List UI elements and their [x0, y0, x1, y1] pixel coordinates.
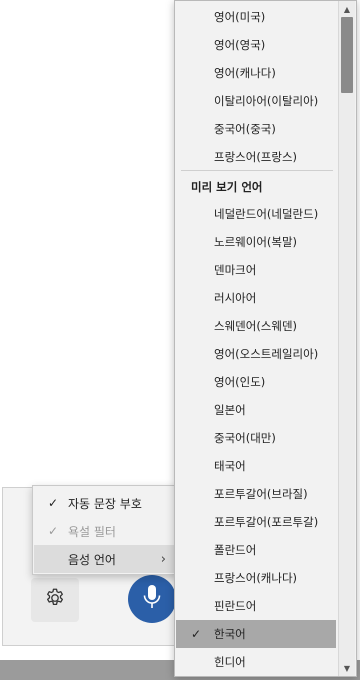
voice-language-submenu: 영어(미국) 영어(영국) 영어(캐나다) 이탈리아어(이탈리아) 중국어(중국… [174, 0, 357, 677]
language-item[interactable]: 영어(캐나다) [176, 59, 336, 87]
language-item-selected[interactable]: ✓ 한국어 [176, 620, 336, 648]
scrollbar[interactable]: ▲ ▼ [338, 1, 355, 676]
checkmark-icon: ✓ [47, 524, 59, 538]
microphone-button[interactable] [128, 575, 176, 623]
checkmark-icon: ✓ [190, 627, 202, 641]
language-item[interactable]: 네덜란드어(네덜란드) [176, 200, 336, 228]
chevron-right-icon: › [160, 551, 166, 567]
menu-divider [181, 170, 333, 171]
language-item[interactable]: 영어(미국) [176, 3, 336, 31]
language-item[interactable]: 영어(인도) [176, 368, 336, 396]
menu-item-label: 음성 언어 [68, 552, 116, 567]
language-item[interactable]: 이탈리아어(이탈리아) [176, 87, 336, 115]
checkmark-icon: ✓ [47, 496, 59, 510]
language-item[interactable]: 포르투갈어(포르투갈) [176, 508, 336, 536]
language-item[interactable]: 중국어(대만) [176, 424, 336, 452]
menu-item-auto-punctuation[interactable]: ✓ 자동 문장 부호 [34, 489, 176, 517]
language-item[interactable]: 영어(오스트레일리아) [176, 340, 336, 368]
language-item[interactable]: 핀란드어 [176, 592, 336, 620]
microphone-icon [142, 584, 162, 614]
menu-item-profanity-filter[interactable]: ✓ 욕설 필터 [34, 517, 176, 545]
scroll-up-arrow-icon[interactable]: ▲ [339, 2, 355, 16]
language-item[interactable]: 프랑스어(캐나다) [176, 564, 336, 592]
language-item[interactable]: 러시아어 [176, 284, 336, 312]
language-item[interactable]: 일본어 [176, 396, 336, 424]
language-item[interactable]: 프랑스어(프랑스) [176, 143, 336, 171]
language-item[interactable]: 포르투갈어(브라질) [176, 480, 336, 508]
menu-item-label: 자동 문장 부호 [68, 496, 142, 511]
preview-languages-header: 미리 보기 언어 [191, 180, 263, 194]
language-item[interactable]: 스웨덴어(스웨덴) [176, 312, 336, 340]
gear-icon [44, 587, 66, 613]
dictation-context-menu: ✓ 자동 문장 부호 ✓ 욕설 필터 음성 언어 › [32, 485, 178, 575]
language-item[interactable]: 덴마크어 [176, 256, 336, 284]
language-item[interactable]: 힌디어 [176, 648, 336, 676]
language-item[interactable]: 태국어 [176, 452, 336, 480]
language-item[interactable]: 폴란드어 [176, 536, 336, 564]
menu-item-label: 욕설 필터 [68, 524, 116, 539]
language-item[interactable]: 노르웨이어(복말) [176, 228, 336, 256]
menu-item-voice-language[interactable]: 음성 언어 › [34, 545, 176, 573]
scroll-down-arrow-icon[interactable]: ▼ [339, 661, 355, 675]
language-item[interactable]: 중국어(중국) [176, 115, 336, 143]
language-item[interactable]: 영어(영국) [176, 31, 336, 59]
scrollbar-thumb[interactable] [341, 17, 353, 93]
settings-button[interactable] [31, 578, 79, 622]
